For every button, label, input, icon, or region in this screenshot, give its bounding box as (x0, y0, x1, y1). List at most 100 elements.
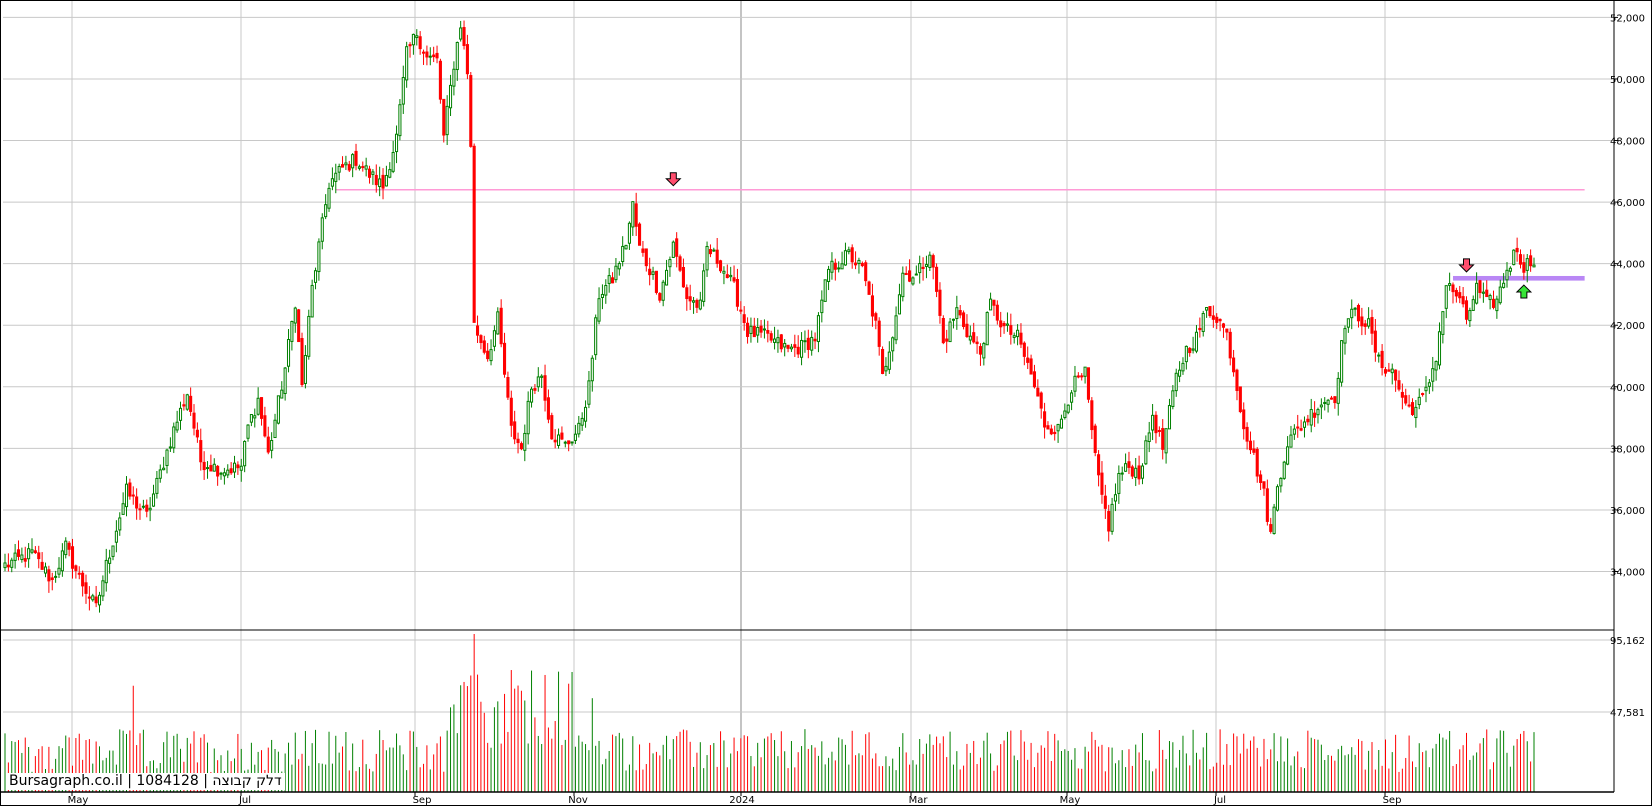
candle-body (685, 287, 689, 300)
candle-body (1454, 289, 1458, 297)
sell-signal-arrow (665, 172, 682, 187)
candle-body (1529, 255, 1533, 267)
candle-body (580, 417, 584, 426)
candle-body (665, 269, 669, 286)
candle-body (1441, 311, 1445, 335)
candle-body (502, 342, 507, 375)
candle-body (1232, 357, 1236, 373)
chart-watermark: Bursagraph.co.il | 1084128 | דלק קבוצה (6, 773, 285, 790)
candle-body (1100, 472, 1104, 495)
candle-body (526, 400, 530, 435)
candle-body (40, 561, 44, 570)
candle-body (1518, 254, 1523, 265)
candle-body (384, 174, 388, 187)
candle-body (151, 493, 156, 507)
candle-body (931, 255, 935, 268)
candle-body (259, 397, 264, 419)
candle-body (13, 552, 17, 561)
candle-body (1434, 361, 1438, 371)
candle-body (854, 262, 858, 266)
candle-body (94, 596, 98, 604)
candle-body (199, 440, 203, 463)
time-tick-label: May (68, 795, 89, 806)
price-tick-label: 50,000 (1610, 75, 1645, 86)
candle-body (1475, 282, 1479, 304)
candle-body (840, 263, 844, 270)
candle-body (74, 565, 78, 571)
candle-body (1242, 409, 1246, 430)
candle-body (843, 250, 847, 266)
candle-body (185, 394, 189, 410)
candle-body (999, 320, 1003, 328)
candle-body (1417, 396, 1421, 406)
candle-body (901, 272, 905, 298)
candle-body (1323, 401, 1327, 404)
candle-body (394, 133, 399, 153)
candle-body (249, 414, 253, 423)
candle-body (1130, 466, 1134, 477)
candle-body (1218, 318, 1222, 322)
candle-body (769, 333, 773, 341)
candle-body (729, 274, 733, 278)
candle-body (1076, 375, 1080, 378)
time-tick-label: Jul (238, 795, 251, 806)
candle-body (344, 162, 348, 166)
candle-body (1373, 330, 1377, 353)
candle-body (77, 572, 81, 575)
candle-body (192, 412, 196, 429)
candle-body (1326, 399, 1330, 405)
candle-body (256, 397, 260, 415)
candle-body (1505, 269, 1509, 281)
candle-body (158, 469, 162, 479)
candle-body (1107, 511, 1111, 532)
candle-body (567, 440, 571, 445)
candle-body (469, 75, 473, 147)
candle-body (364, 165, 368, 170)
candle-body (1164, 428, 1168, 454)
candle-body (1117, 473, 1121, 494)
candle-body (1346, 318, 1350, 328)
candle-body (577, 422, 581, 435)
buy-signal-arrow (1515, 284, 1533, 299)
candle-body (432, 54, 436, 58)
candle-body (668, 259, 672, 268)
candle-body (509, 397, 513, 426)
candle-body (1049, 428, 1053, 435)
candle-body (752, 325, 756, 338)
candle-body (283, 367, 287, 395)
price-tick-label: 34,000 (1610, 568, 1645, 579)
price-tick-label: 46,000 (1610, 198, 1645, 209)
candle-body (1225, 328, 1229, 333)
candle-body (1458, 292, 1462, 299)
candle-body (23, 558, 27, 562)
candle-body (334, 172, 338, 182)
candle-body (165, 449, 169, 467)
candle-body (762, 328, 766, 331)
candle-body (381, 174, 385, 189)
candle-body (209, 465, 213, 472)
candle-body (216, 465, 220, 477)
candle-body (546, 397, 550, 420)
candle-body (253, 415, 257, 419)
candle-body (148, 507, 152, 511)
candle-body (800, 339, 804, 358)
candle-body (894, 315, 898, 341)
candle-body (651, 271, 655, 275)
candle-body (1478, 280, 1482, 294)
candle-body (1407, 404, 1411, 407)
candle-body (877, 320, 881, 347)
candle-body (1289, 434, 1293, 448)
candle-body (938, 289, 942, 316)
candle-body (847, 249, 851, 253)
candle-body (884, 365, 888, 372)
candle-body (1103, 495, 1107, 509)
candle-body (347, 164, 351, 171)
candle-body (1404, 395, 1408, 404)
candle-body (1053, 431, 1057, 435)
candle-body (1184, 345, 1188, 363)
candle-body (1056, 423, 1060, 432)
candle-body (1019, 332, 1023, 345)
candle-body (705, 246, 709, 271)
candle-body (1262, 481, 1266, 489)
candle-body (1083, 366, 1087, 377)
